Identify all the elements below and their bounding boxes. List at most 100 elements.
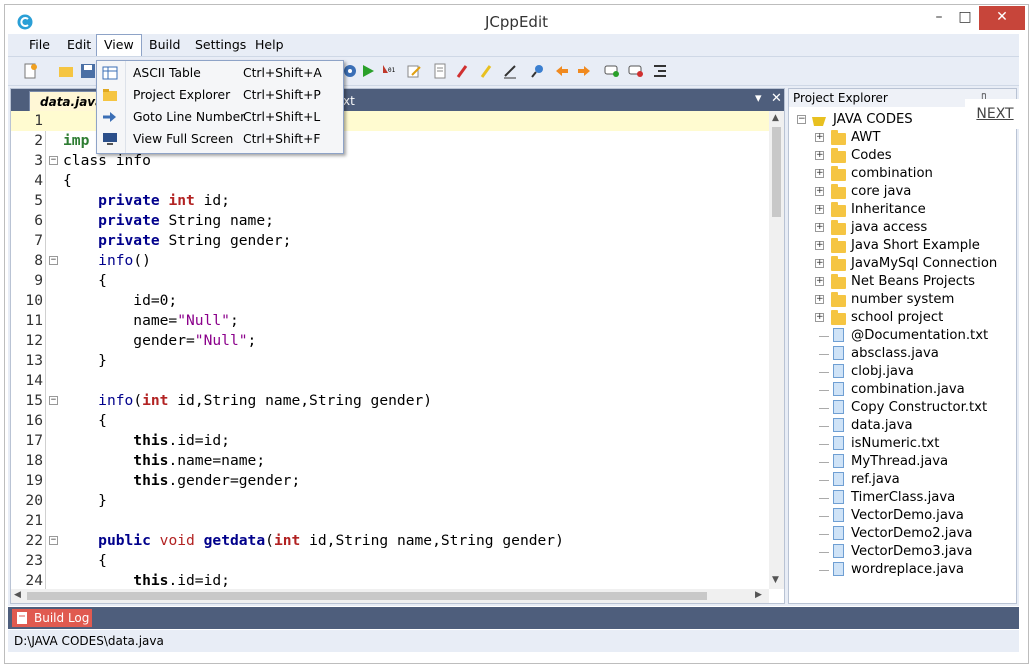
save-icon[interactable] (80, 63, 96, 79)
menu-edit[interactable]: Edit (60, 34, 98, 56)
view-menu-dropdown: ASCII Table Ctrl+Shift+A Project Explore… (96, 60, 344, 154)
menu-help[interactable]: Help (248, 34, 291, 56)
menu-build[interactable]: Build (142, 34, 187, 56)
code-line[interactable]: 13 } (11, 351, 769, 371)
comment-add-icon[interactable] (604, 63, 620, 79)
file-path-status: D:\JAVA CODES\data.java (14, 634, 164, 648)
code-line[interactable]: 18 this.name=name; (11, 451, 769, 471)
code-line[interactable]: 10 id=0; (11, 291, 769, 311)
indent-icon[interactable] (652, 63, 668, 79)
ascii-table-label: ASCII Table (133, 66, 201, 80)
menu-settings[interactable]: Settings (188, 34, 253, 56)
close-button[interactable]: ✕ (979, 6, 1025, 30)
expand-icon[interactable]: + (815, 259, 824, 268)
expand-icon[interactable]: + (815, 241, 824, 250)
line-number: 1 (34, 112, 43, 129)
code-line[interactable]: 7 private String gender; (11, 231, 769, 251)
horizontal-scrollbar[interactable]: ◀ ▶ (11, 589, 769, 603)
edit-note-icon[interactable] (406, 63, 422, 79)
line-number: 21 (25, 512, 43, 529)
document-icon[interactable] (432, 63, 448, 79)
code-line[interactable]: 14 (11, 371, 769, 391)
line-number: 17 (25, 432, 43, 449)
line-number: 9 (34, 272, 43, 289)
menu-item-full-screen[interactable]: View Full Screen Ctrl+Shift+F (97, 128, 341, 150)
highlighter-icon[interactable] (478, 63, 494, 79)
expand-icon[interactable]: + (815, 133, 824, 142)
run-icon[interactable] (360, 63, 376, 79)
expand-icon[interactable]: + (815, 277, 824, 286)
pen-icon[interactable] (502, 63, 518, 79)
arrow-left-icon[interactable] (554, 63, 570, 79)
maximize-button[interactable]: □ (947, 6, 983, 30)
expand-icon[interactable]: + (815, 313, 824, 322)
code-line[interactable]: 15− info(int id,String name,String gende… (11, 391, 769, 411)
tree-connector (819, 480, 829, 481)
line-number: 22 (25, 532, 43, 549)
scroll-left-icon[interactable]: ◀ (14, 590, 21, 600)
vertical-scroll-thumb[interactable] (772, 127, 781, 217)
expand-icon[interactable]: + (815, 187, 824, 196)
fold-toggle-icon[interactable]: − (49, 396, 58, 405)
tab-list-dropdown[interactable]: ▾ (755, 91, 762, 106)
line-number: 24 (25, 572, 43, 589)
fold-toggle-icon[interactable]: − (49, 156, 58, 165)
next-button[interactable]: NEXT (965, 99, 1025, 129)
code-area[interactable]: 1 2 imp 3− class info 4{5 private int id; 6 pr… (11, 111, 769, 589)
code-line[interactable]: 6 private String name; (11, 211, 769, 231)
file-label: VectorDemo3.java (851, 544, 973, 559)
open-folder-icon[interactable] (58, 63, 74, 79)
code-line[interactable]: 11 name="Null"; (11, 311, 769, 331)
code-line[interactable]: 20 } (11, 491, 769, 511)
code-line[interactable]: 5 private int id; (11, 191, 769, 211)
expand-icon[interactable]: + (815, 169, 824, 178)
code-line[interactable]: 3− class info (11, 151, 769, 171)
code-line[interactable]: 19 this.gender=gender; (11, 471, 769, 491)
line-number: 14 (25, 372, 43, 389)
expand-icon[interactable]: + (815, 205, 824, 214)
code-line[interactable]: 21 (11, 511, 769, 531)
menu-view[interactable]: View (96, 34, 142, 56)
file-label: @Documentation.txt (851, 328, 989, 343)
menu-item-ascii-table[interactable]: ASCII Table Ctrl+Shift+A (97, 62, 341, 84)
pin-icon[interactable] (530, 63, 546, 79)
compile-icon[interactable]: 01 (380, 63, 396, 79)
code-line[interactable]: 8− info() (11, 251, 769, 271)
next-label: NEXT (976, 106, 1014, 122)
menu-item-goto-line[interactable]: Goto Line Number Ctrl+Shift+L (97, 106, 341, 128)
menu-item-project-explorer[interactable]: Project Explorer Ctrl+Shift+P (97, 84, 341, 106)
menu-file[interactable]: File (22, 34, 57, 56)
file-icon (833, 400, 844, 414)
horizontal-scroll-thumb[interactable] (27, 592, 707, 600)
code-line[interactable]: 9 { (11, 271, 769, 291)
arrow-right-icon[interactable] (576, 63, 592, 79)
fold-toggle-icon[interactable]: − (49, 256, 58, 265)
code-line[interactable]: 23 { (11, 551, 769, 571)
code-editor: data.java xt ▾ ✕ 1 2 imp 3− class info 4{5 pr… (10, 88, 785, 604)
build-log-tab[interactable]: Build Log (12, 609, 92, 627)
file-icon (833, 472, 844, 486)
code-line[interactable]: 12 gender="Null"; (11, 331, 769, 351)
collapse-icon[interactable]: − (797, 115, 806, 124)
code-line[interactable]: 4{ (11, 171, 769, 191)
code-line[interactable]: 17 this.id=id; (11, 431, 769, 451)
marker-red-icon[interactable] (454, 63, 470, 79)
code-line[interactable]: 22− public void getdata(int id,String na… (11, 531, 769, 551)
code-line[interactable]: 24 this.id=id; (11, 571, 769, 589)
tree-connector (819, 444, 829, 445)
vertical-scrollbar[interactable]: ▲ ▼ (769, 111, 784, 589)
fold-toggle-icon[interactable]: − (49, 536, 58, 545)
scroll-right-icon[interactable]: ▶ (755, 590, 762, 600)
expand-icon[interactable]: + (815, 223, 824, 232)
file-label: TimerClass.java (851, 490, 956, 505)
settings-gear-icon[interactable] (342, 63, 358, 79)
scroll-up-icon[interactable]: ▲ (772, 113, 779, 123)
expand-icon[interactable]: + (815, 151, 824, 160)
code-line[interactable]: 16 { (11, 411, 769, 431)
scroll-down-icon[interactable]: ▼ (772, 575, 779, 585)
tab-close-button[interactable]: ✕ (771, 91, 782, 106)
comment-remove-icon[interactable] (628, 63, 644, 79)
expand-icon[interactable]: + (815, 295, 824, 304)
new-file-icon[interactable] (22, 63, 38, 79)
goto-line-icon (103, 112, 116, 122)
